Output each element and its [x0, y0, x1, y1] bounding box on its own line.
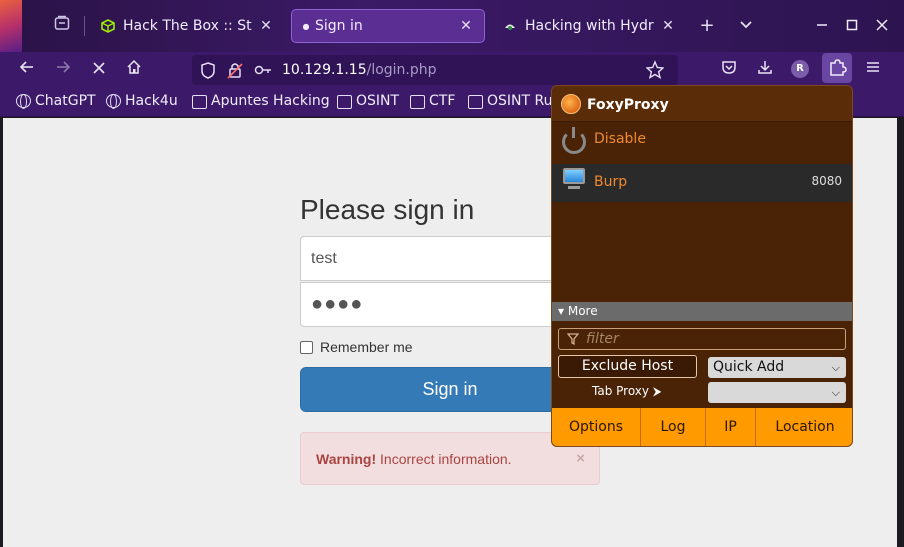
more-toggle[interactable]: ▾ More	[552, 302, 852, 321]
hydra-icon	[502, 18, 518, 34]
tab-proxy-label: Tab Proxy ⮞	[592, 384, 662, 398]
log-button[interactable]: Log	[641, 408, 706, 446]
tab-hack-the-box[interactable]: Hack The Box :: Start ✕	[90, 9, 284, 43]
foxyproxy-title: FoxyProxy	[587, 97, 669, 113]
chevron-down-icon: ⌵	[831, 361, 840, 374]
home-button[interactable]	[121, 57, 147, 83]
bookmark-star-icon[interactable]	[645, 55, 665, 85]
close-icon[interactable]: ✕	[258, 18, 274, 34]
url-text[interactable]: 10.129.1.15/login.php	[282, 62, 437, 78]
bookmark-label: Hack4u	[125, 93, 178, 109]
foxyproxy-header: FoxyProxy	[552, 86, 852, 122]
foxyproxy-popup: FoxyProxy Disable Burp 8080 ▾ More filte…	[551, 85, 853, 447]
stop-loading-button[interactable]	[86, 57, 112, 83]
proxy-option-disable[interactable]: Disable	[552, 123, 852, 164]
back-button[interactable]	[14, 57, 40, 83]
account-avatar[interactable]: R	[791, 60, 809, 78]
downloads-icon[interactable]	[752, 57, 778, 83]
insecure-lock-icon[interactable]	[227, 55, 243, 85]
filter-placeholder: filter	[586, 331, 619, 347]
chevron-down-icon: ⌵	[831, 386, 840, 399]
filter-input[interactable]: filter	[558, 328, 846, 350]
proxy-name: Burp	[594, 174, 628, 190]
filter-icon	[566, 332, 580, 349]
puzzle-icon	[830, 59, 847, 76]
tab-label: Sign in	[315, 18, 363, 34]
url-host: 10.129.1.15	[282, 62, 367, 78]
navigation-toolbar: 10.129.1.15/login.php R	[0, 52, 904, 88]
tab-hacking-with-hydra[interactable]: Hacking with Hydra - ✕	[492, 9, 686, 43]
exclude-host-button[interactable]: Exclude Host	[558, 355, 697, 378]
new-tab-button[interactable]: +	[694, 13, 720, 39]
globe-icon	[16, 94, 31, 109]
url-bar[interactable]: 10.129.1.15/login.php	[192, 55, 678, 85]
pocket-icon[interactable]	[716, 57, 742, 83]
checkbox[interactable]	[300, 340, 313, 354]
location-button[interactable]: Location	[756, 408, 852, 446]
quick-add-select[interactable]: Quick Add ⌵	[708, 357, 846, 378]
tab-sign-in[interactable]: ● Sign in ✕	[291, 9, 485, 43]
tab-label: Hacking with Hydra -	[525, 18, 654, 34]
url-path: /login.php	[366, 62, 437, 78]
bookmark-hack4u[interactable]: Hack4u	[106, 93, 178, 109]
minimize-button[interactable]	[810, 13, 834, 39]
disable-label: Disable	[594, 131, 646, 147]
alert-message: Incorrect information.	[376, 451, 512, 467]
bookmark-label: OSINT	[356, 93, 400, 109]
menu-icon[interactable]	[860, 57, 886, 83]
shield-icon[interactable]	[200, 55, 216, 85]
bookmark-folder-ctf[interactable]: CTF	[410, 93, 455, 109]
bookmark-label: ChatGPT	[35, 93, 96, 109]
bookmark-folder-osint[interactable]: OSINT	[337, 93, 399, 109]
bookmark-label: OSINT Rus	[487, 93, 560, 109]
foxyproxy-footer: Options Log IP Location	[552, 408, 852, 446]
remember-me-label: Remember me	[320, 339, 413, 355]
forward-button[interactable]	[50, 57, 76, 83]
close-icon[interactable]: ✕	[458, 18, 474, 34]
remember-me-checkbox[interactable]: Remember me	[300, 339, 413, 355]
power-icon	[562, 127, 586, 154]
globe-icon	[106, 94, 121, 109]
folder-icon	[410, 95, 425, 109]
page-title: Please sign in	[300, 194, 475, 225]
proxy-option-burp[interactable]: Burp 8080	[552, 164, 852, 202]
extensions-button[interactable]	[822, 53, 852, 83]
tab-proxy-select[interactable]: ⌵	[708, 382, 846, 403]
tab-overview-icon[interactable]	[48, 12, 76, 40]
bookmark-folder-apuntes-hacking[interactable]: Apuntes Hacking	[192, 93, 330, 109]
monitor-stand	[568, 186, 580, 189]
tab-separator	[84, 16, 85, 36]
folder-icon	[468, 95, 483, 109]
htb-cube-icon	[100, 18, 116, 34]
close-icon[interactable]: ✕	[660, 18, 676, 34]
tab-strip: Hack The Box :: Start ✕ ● Sign in ✕ Hack…	[0, 0, 904, 52]
folder-icon	[337, 95, 352, 109]
options-button[interactable]: Options	[552, 408, 641, 446]
tab-label: Hack The Box :: Start	[123, 18, 252, 34]
foxyproxy-logo-icon	[561, 94, 581, 114]
alert-strong: Warning!	[316, 451, 377, 467]
monitor-icon	[563, 168, 585, 184]
proxy-port: 8080	[811, 174, 842, 188]
theme-decoration	[0, 0, 22, 52]
dot-icon: ●	[302, 21, 310, 31]
maximize-button[interactable]	[840, 13, 864, 39]
window-close-button[interactable]	[870, 13, 894, 39]
key-icon[interactable]	[254, 55, 272, 85]
bookmark-label: Apuntes Hacking	[211, 93, 330, 109]
bookmark-folder-osint-rus[interactable]: OSINT Rus	[468, 93, 560, 109]
bookmark-label: CTF	[429, 93, 456, 109]
ip-button[interactable]: IP	[706, 408, 756, 446]
chevron-down-icon[interactable]	[733, 13, 759, 39]
quick-add-label: Quick Add	[713, 359, 785, 375]
bookmark-chatgpt[interactable]: ChatGPT	[16, 93, 96, 109]
folder-icon	[192, 95, 207, 109]
